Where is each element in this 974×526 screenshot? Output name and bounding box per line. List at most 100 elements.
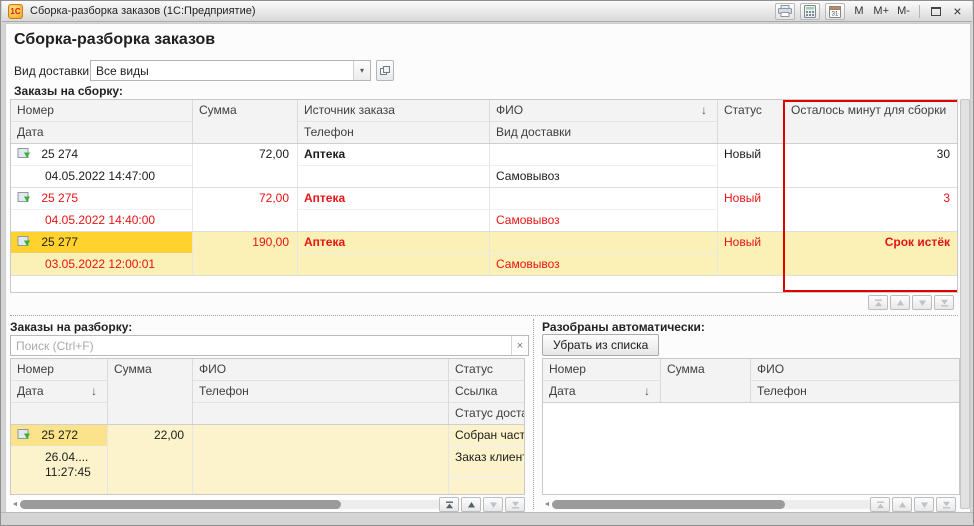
clear-search-icon[interactable]: × bbox=[511, 336, 528, 355]
search-input[interactable] bbox=[11, 336, 511, 355]
chevron-down-icon[interactable]: ▾ bbox=[353, 61, 370, 80]
sort-desc-icon: ↓ bbox=[701, 100, 707, 121]
go-last-button[interactable] bbox=[505, 497, 525, 512]
m-plus-button[interactable]: M+ bbox=[872, 3, 890, 20]
col-header-sum[interactable]: Сумма bbox=[661, 359, 751, 403]
cell-source: Аптека bbox=[298, 188, 490, 210]
m-minus-button[interactable]: M- bbox=[895, 3, 912, 20]
col-header-blank bbox=[11, 403, 108, 425]
go-up-button[interactable] bbox=[461, 497, 481, 512]
col-header-number[interactable]: Номер bbox=[11, 359, 108, 381]
choose-from-list-icon bbox=[380, 66, 390, 76]
col-header-sum[interactable]: Сумма bbox=[108, 359, 193, 425]
disassembly-section-label: Заказы на разборку: bbox=[10, 320, 132, 334]
open-list-button[interactable] bbox=[376, 60, 394, 81]
order-document-icon bbox=[17, 148, 32, 160]
window-title: Сборка-разборка заказов (1С:Предприятие) bbox=[30, 5, 256, 17]
col-header-phone[interactable]: Телефон bbox=[298, 122, 490, 144]
cell-delivery: Самовывоз bbox=[490, 254, 718, 276]
go-first-button[interactable] bbox=[870, 497, 890, 512]
maximize-icon bbox=[931, 7, 941, 16]
cell-phone bbox=[298, 254, 490, 276]
cell-sum: 72,00 bbox=[193, 188, 298, 232]
col-header-minutes[interactable]: Осталось минут для сборки bbox=[785, 100, 958, 144]
col-header-delivery[interactable]: Вид доставки bbox=[490, 122, 718, 144]
col-header-delivery-status[interactable]: Статус доставки bbox=[449, 403, 525, 425]
printer-icon bbox=[778, 5, 792, 17]
cell-minutes: 30 bbox=[785, 144, 958, 188]
cell-minutes: 3 bbox=[785, 188, 958, 232]
col-header-number[interactable]: Номер bbox=[11, 100, 193, 122]
go-first-button[interactable] bbox=[439, 497, 459, 512]
1c-logo-icon: 1С bbox=[8, 4, 23, 19]
cell-delivery-status bbox=[449, 477, 525, 495]
disassembly-hscrollbar[interactable]: ◄ ► bbox=[10, 497, 453, 512]
order-document-icon bbox=[17, 236, 32, 248]
cell-date: 03.05.2022 12:00:01 bbox=[11, 254, 193, 276]
print-button[interactable] bbox=[775, 3, 795, 20]
cell-number: 25 274 bbox=[11, 144, 193, 166]
assembly-vertical-scrollbar[interactable] bbox=[960, 99, 970, 509]
col-header-fio[interactable]: ФИО ↓ bbox=[490, 100, 718, 122]
order-document-icon bbox=[17, 429, 32, 441]
col-header-date[interactable]: Дата ↓ bbox=[11, 381, 108, 403]
cell-sum: 190,00 bbox=[193, 232, 298, 276]
col-header-phone[interactable]: Телефон bbox=[193, 381, 449, 403]
delivery-kind-select[interactable]: Все виды ▾ bbox=[90, 60, 371, 81]
cell-minutes: Срок истёк bbox=[785, 232, 958, 276]
cell-sum: 72,00 bbox=[193, 144, 298, 188]
m-button[interactable]: M bbox=[850, 3, 867, 20]
scroll-thumb[interactable] bbox=[552, 500, 785, 509]
col-header-source[interactable]: Источник заказа bbox=[298, 100, 490, 122]
scroll-left-icon[interactable]: ◄ bbox=[10, 501, 20, 508]
window-bottom-frame bbox=[1, 512, 973, 525]
col-header-sum[interactable]: Сумма bbox=[193, 100, 298, 144]
go-up-button[interactable] bbox=[890, 295, 910, 310]
go-up-button[interactable] bbox=[892, 497, 912, 512]
remove-from-list-button[interactable]: Убрать из списка bbox=[542, 334, 659, 356]
auto-hscrollbar[interactable]: ◄ ► bbox=[542, 497, 886, 512]
sort-desc-icon: ↓ bbox=[91, 381, 97, 402]
go-down-button[interactable] bbox=[914, 497, 934, 512]
delivery-kind-value: Все виды bbox=[91, 61, 353, 80]
col-header-fio[interactable]: ФИО bbox=[193, 359, 449, 381]
cell-fio bbox=[490, 144, 718, 166]
cell-date: 04.05.2022 14:40:00 bbox=[11, 210, 193, 232]
go-last-button[interactable] bbox=[934, 295, 954, 310]
go-first-button[interactable] bbox=[868, 295, 888, 310]
cell-status: Новый bbox=[718, 144, 785, 188]
calendar-button[interactable]: 31 bbox=[825, 3, 845, 20]
calculator-button[interactable] bbox=[800, 3, 820, 20]
app-window: 1С Сборка-разборка заказов (1С:Предприят… bbox=[0, 0, 974, 526]
horizontal-splitter[interactable] bbox=[10, 315, 958, 316]
maximize-button[interactable] bbox=[927, 3, 944, 20]
col-header-number[interactable]: Номер bbox=[543, 359, 661, 381]
order-document-icon bbox=[17, 192, 32, 204]
title-bar: 1С Сборка-разборка заказов (1С:Предприят… bbox=[2, 1, 972, 22]
go-last-button[interactable] bbox=[936, 497, 956, 512]
col-header-date[interactable]: Дата ↓ bbox=[543, 381, 661, 403]
close-button[interactable]: × bbox=[949, 3, 966, 20]
scroll-left-icon[interactable]: ◄ bbox=[542, 501, 552, 508]
col-header-link[interactable]: Ссылка bbox=[449, 381, 525, 403]
cell-status: Новый bbox=[718, 188, 785, 232]
delivery-kind-label: Вид доставки: bbox=[14, 64, 92, 78]
col-header-phone[interactable]: Телефон bbox=[751, 381, 960, 403]
auto-nav-buttons bbox=[870, 497, 956, 512]
calendar-icon: 31 bbox=[829, 5, 841, 18]
col-header-date[interactable]: Дата bbox=[11, 122, 193, 144]
vertical-splitter[interactable] bbox=[533, 319, 534, 509]
cell-number-focused: 25 277 bbox=[11, 232, 193, 254]
col-header-status[interactable]: Статус bbox=[449, 359, 525, 381]
col-header-blank bbox=[193, 403, 449, 425]
go-down-button[interactable] bbox=[912, 295, 932, 310]
header-divider bbox=[543, 402, 959, 403]
assembly-nav-buttons bbox=[868, 295, 954, 310]
col-header-status[interactable]: Статус bbox=[718, 100, 785, 144]
col-header-fio[interactable]: ФИО bbox=[751, 359, 960, 381]
form-content: Сборка-разборка заказов Вид доставки: Вс… bbox=[5, 23, 971, 513]
go-down-button[interactable] bbox=[483, 497, 503, 512]
page-title: Сборка-разборка заказов bbox=[14, 31, 215, 49]
cell-date: 04.05.2022 14:47:00 bbox=[11, 166, 193, 188]
scroll-thumb[interactable] bbox=[20, 500, 341, 509]
